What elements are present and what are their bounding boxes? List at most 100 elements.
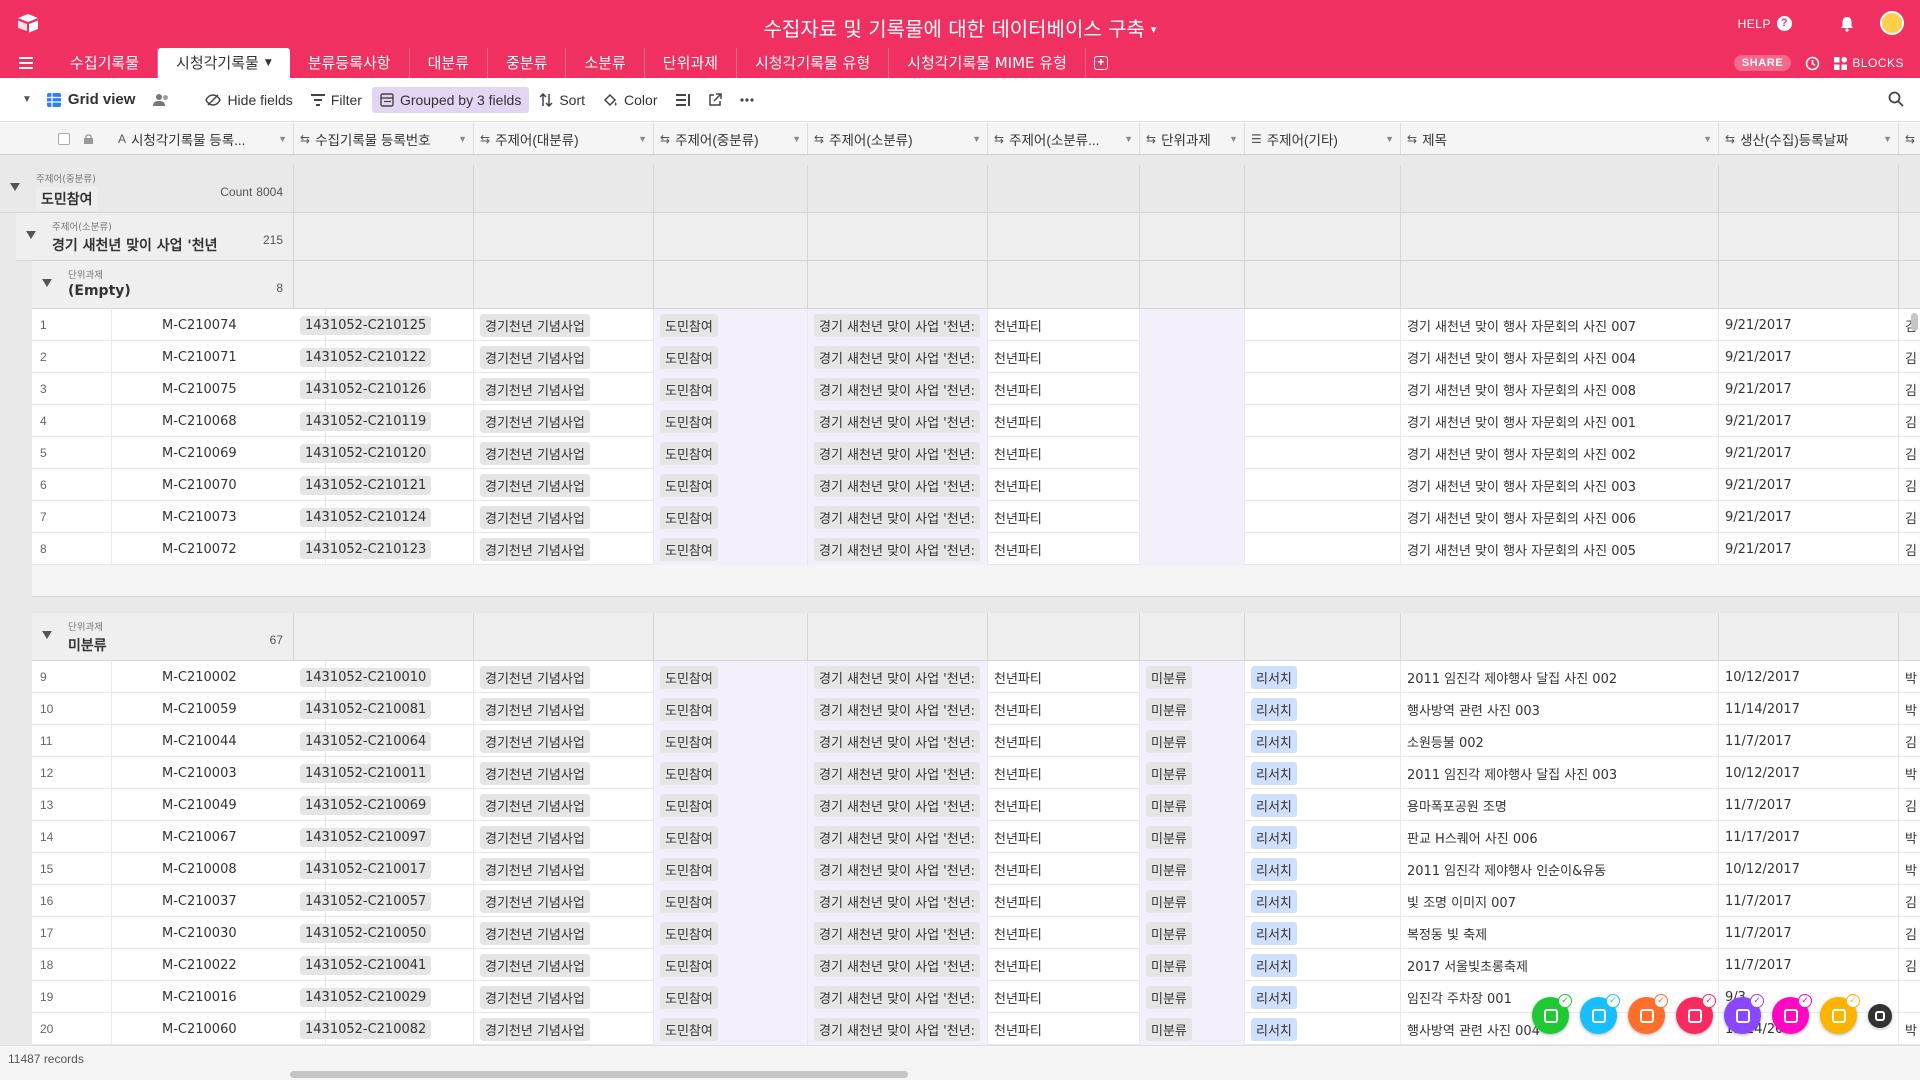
cell-mid[interactable]: 도민참여 [654,405,808,437]
cell-mid[interactable]: 도민참여 [654,437,808,469]
cell-title[interactable]: 경기 새천년 맞이 행사 자문회의 사진 008 [1401,373,1719,405]
cell-reg[interactable]: 1431052-C210122 [294,341,474,373]
cell-minor[interactable]: 경기 새천년 맞이 사업 '천년: [808,469,988,501]
hamburger-menu-icon[interactable] [0,48,52,78]
add-table-button[interactable]: + [1086,48,1116,78]
cell-minor2[interactable]: 천년파티 [988,949,1140,981]
table-row[interactable]: 7 M-C210073 1431052-C210124 경기천년 기념사업 도민참여 경기… [32,501,1920,533]
cell-extra[interactable]: 김 [1899,917,1920,949]
cell-major[interactable]: 경기천년 기념사업 [474,501,654,533]
select-all-checkbox[interactable] [58,133,70,145]
help-button[interactable]: HELP ? [1738,16,1792,31]
table-row[interactable]: 6 M-C210070 1431052-C210121 경기천년 기념사업 도민참여 경기… [32,469,1920,501]
cell-mid[interactable]: 도민참여 [654,853,808,885]
cell-major[interactable]: 경기천년 기념사업 [474,373,654,405]
cell-major[interactable]: 경기천년 기념사업 [474,1013,654,1045]
cell-unit[interactable]: 미분류 [1140,949,1245,981]
cell-date[interactable]: 11/17/2017 [1719,821,1899,853]
cell-minor[interactable]: 경기 새천년 맞이 사업 '천년: [808,885,988,917]
table-row[interactable]: 2 M-C210071 1431052-C210122 경기천년 기념사업 도민참여 경기… [32,341,1920,373]
cell-mid[interactable]: 도민참여 [654,341,808,373]
cell-title[interactable]: 경기 새천년 맞이 행사 자문회의 사진 005 [1401,533,1719,565]
collapse-triangle-icon[interactable] [10,183,20,191]
table-row[interactable]: 17 M-C210030 1431052-C210050 경기천년 기념사업 도민참여 경… [32,917,1920,949]
cell-major[interactable]: 경기천년 기념사업 [474,693,654,725]
cell-minor[interactable]: 경기 새천년 맞이 사업 '천년: [808,821,988,853]
cell-major[interactable]: 경기천년 기념사업 [474,885,654,917]
cell-minor[interactable]: 경기 새천년 맞이 사업 '천년: [808,533,988,565]
column-header[interactable]: ⇆ 단위과제 ▼ [1140,123,1245,154]
column-header[interactable]: A 시청각기록물 등록... ▼ [112,123,294,154]
column-menu-icon[interactable]: ▼ [788,134,801,144]
cell-major[interactable]: 경기천년 기념사업 [474,789,654,821]
cell-date[interactable]: 11/7/2017 [1719,789,1899,821]
table-row[interactable]: 18 M-C210022 1431052-C210041 경기천년 기념사업 도민참여 경… [32,949,1920,981]
table-row[interactable]: 3 M-C210075 1431052-C210126 경기천년 기념사업 도민참여 경기… [32,373,1920,405]
table-row[interactable]: 4 M-C210068 1431052-C210119 경기천년 기념사업 도민참여 경기… [32,405,1920,437]
more-options-button[interactable] [732,93,762,107]
cell-date[interactable]: 10/12/2017 [1719,661,1899,693]
tab-수집기록물[interactable]: 수집기록물 [52,48,159,78]
column-header[interactable]: ☰ 주제어(기타) ▼ [1245,123,1401,154]
cell-mid[interactable]: 도민참여 [654,821,808,853]
cell-etc[interactable]: 리서치 [1245,853,1401,885]
cell-extra[interactable]: 김 [1899,789,1920,821]
cell-etc[interactable] [1245,469,1401,501]
cell-reg[interactable]: 1431052-C210121 [294,469,474,501]
cell-minor[interactable]: 경기 새천년 맞이 사업 '천년: [808,501,988,533]
cell-minor[interactable]: 경기 새천년 맞이 사업 '천년: [808,949,988,981]
cell-date[interactable]: 9/21/2017 [1719,373,1899,405]
cell-major[interactable]: 경기천년 기념사업 [474,949,654,981]
cell-unit[interactable] [1140,437,1245,469]
cell-date[interactable]: 11/14/2017 [1719,693,1899,725]
table-row[interactable]: 10 M-C210059 1431052-C210081 경기천년 기념사업 도민참여 경… [32,693,1920,725]
cell-date[interactable]: 9/21/2017 [1719,437,1899,469]
cell-minor2[interactable]: 천년파티 [988,789,1140,821]
cell-minor2[interactable]: 천년파티 [988,501,1140,533]
group-header[interactable]: 주제어(소분류) 경기 새천년 맞이 사업 '천년 215 [16,213,1920,261]
cell-etc[interactable] [1245,437,1401,469]
cell-etc[interactable]: 리서치 [1245,1013,1401,1045]
cell-extra[interactable]: 김 [1899,341,1920,373]
cell-unit[interactable]: 미분류 [1140,789,1245,821]
cell-date[interactable]: 10/12/2017 [1719,853,1899,885]
column-menu-icon[interactable]: ▼ [1225,134,1238,144]
cell-extra[interactable]: 박 [1899,1013,1920,1045]
magenta-app-block-button[interactable]: ✓ [1772,994,1812,1034]
cell-unit[interactable] [1140,469,1245,501]
cell-minor[interactable]: 경기 새천년 맞이 사업 '천년: [808,437,988,469]
cell-extra[interactable] [1899,981,1920,1013]
tab-중분류[interactable]: 중분류 [488,48,567,78]
orange-app-block-button[interactable]: ✓ [1628,994,1668,1034]
cell-major[interactable]: 경기천년 기념사업 [474,821,654,853]
cell-unit[interactable]: 미분류 [1140,757,1245,789]
cell-reg[interactable]: 1431052-C210041 [294,949,474,981]
cell-date[interactable]: 11/7/2017 [1719,917,1899,949]
table-row[interactable]: 11 M-C210044 1431052-C210064 경기천년 기념사업 도민참여 경… [32,725,1920,757]
cell-reg[interactable]: 1431052-C210082 [294,1013,474,1045]
tab-시청각기록물-mime-유형[interactable]: 시청각기록물 MIME 유형 [889,48,1086,78]
sort-button[interactable]: Sort [531,87,593,113]
cell-major[interactable]: 경기천년 기념사업 [474,469,654,501]
history-icon[interactable] [1805,56,1820,71]
column-header[interactable]: ⇆ 제목 ▼ [1401,123,1719,154]
cell-title[interactable]: 경기 새천년 맞이 행사 자문회의 사진 004 [1401,341,1719,373]
cell-minor2[interactable]: 천년파티 [988,373,1140,405]
cell-mid[interactable]: 도민참여 [654,309,808,341]
tab-소분류[interactable]: 소분류 [566,48,645,78]
cell-title[interactable]: 용마폭포공원 조명 [1401,789,1719,821]
cell-minor[interactable]: 경기 새천년 맞이 사업 '천년: [808,981,988,1013]
cell-mid[interactable]: 도민참여 [654,789,808,821]
cell-etc[interactable]: 리서치 [1245,661,1401,693]
cell-minor2[interactable]: 천년파티 [988,853,1140,885]
cell-reg[interactable]: 1431052-C210125 [294,309,474,341]
cell-etc[interactable] [1245,501,1401,533]
cell-extra[interactable]: 박 [1899,693,1920,725]
column-menu-icon[interactable]: ▼ [1120,134,1133,144]
cell-minor2[interactable]: 천년파티 [988,341,1140,373]
table-row[interactable]: 5 M-C210069 1431052-C210120 경기천년 기념사업 도민참여 경기… [32,437,1920,469]
share-view-button[interactable] [700,88,730,112]
cell-extra[interactable]: 김 [1899,533,1920,565]
column-header[interactable]: ⇆ 주제어(소분류... ▼ [988,123,1140,154]
cell-etc[interactable] [1245,309,1401,341]
